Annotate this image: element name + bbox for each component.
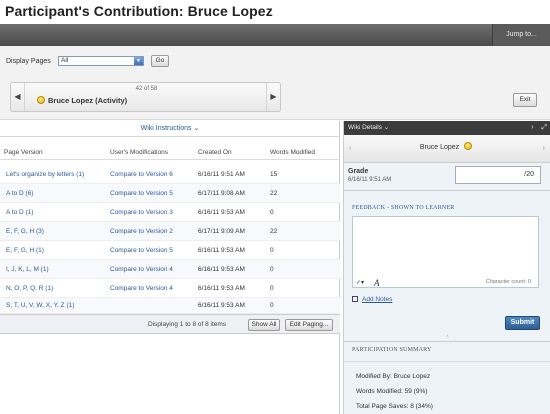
character-count: Character count: 0 bbox=[485, 279, 531, 285]
divider bbox=[344, 190, 550, 191]
display-pages-value: All bbox=[61, 57, 69, 64]
participation-summary-title: PARTICIPATION SUMMARY bbox=[352, 347, 432, 353]
table-row: I, J, K, L, M (1) Compare to Version 4 6… bbox=[0, 260, 340, 279]
page-version-link[interactable]: Let's organize by letters (1) bbox=[6, 171, 84, 178]
created-on: 6/16/11 9:53 AM bbox=[198, 302, 245, 309]
edit-paging-button[interactable]: Edit Paging... bbox=[285, 319, 333, 331]
grade-label: Grade bbox=[348, 168, 369, 175]
table-row: E, F, G, H (1) Compare to Version 5 6/16… bbox=[0, 241, 340, 260]
action-bar: Jump to... bbox=[0, 24, 550, 46]
page-version-link[interactable]: S, T, U, V, W, X, Y, Z (1) bbox=[6, 302, 74, 309]
words-modified: 0 bbox=[270, 209, 274, 216]
chevron-down-icon: ▼ bbox=[134, 57, 143, 65]
feedback-toolbar: ✓▾ A Character count: 0 bbox=[352, 278, 539, 290]
compare-version-link[interactable]: Compare to Version 3 bbox=[110, 209, 173, 216]
chevron-down-icon: ⌄ bbox=[193, 125, 200, 132]
created-on: 6/16/11 9:51 AM bbox=[198, 171, 245, 178]
chevron-down-icon[interactable]: ⌄ bbox=[384, 124, 389, 131]
wiki-details-panel: Wiki Details ⌄ › ⤢ ‹ Bruce Lopez › Grade… bbox=[343, 121, 550, 414]
details-user-switcher: ‹ Bruce Lopez › bbox=[344, 135, 550, 163]
modified-by: Modified By: Bruce Lopez bbox=[356, 373, 431, 380]
compare-version-link[interactable]: Compare to Version 5 bbox=[110, 247, 173, 254]
compare-version-link[interactable]: Compare to Version 6 bbox=[110, 171, 173, 178]
table-row: A to D (1) Compare to Version 3 6/16/11 … bbox=[0, 203, 340, 222]
exit-button[interactable]: Exit bbox=[513, 93, 537, 107]
spellcheck-icon[interactable]: ✓▾ bbox=[356, 279, 364, 286]
words-modified: 0 bbox=[270, 285, 274, 292]
created-on: 6/17/11 9:08 AM bbox=[198, 190, 245, 197]
details-user-name: Bruce Lopez bbox=[344, 142, 550, 151]
created-on: 6/17/11 9:09 AM bbox=[198, 228, 245, 235]
compare-version-link[interactable]: Compare to Version 5 bbox=[110, 190, 173, 197]
display-pages-label: Display Pages bbox=[6, 58, 51, 65]
column-words-modified: Words Modified bbox=[270, 149, 316, 156]
wiki-details-header: Wiki Details ⌄ › ⤢ bbox=[344, 121, 550, 135]
title-bar: Participant's Contribution: Bruce Lopez bbox=[0, 0, 550, 24]
jump-to-menu[interactable]: Jump to... bbox=[492, 24, 550, 46]
created-on: 6/16/11 9:53 AM bbox=[198, 285, 245, 292]
display-pages-select[interactable]: All ▼ bbox=[58, 56, 144, 66]
divider bbox=[344, 361, 550, 362]
table-row: N, O, P, Q, R (1) Compare to Version 4 6… bbox=[0, 279, 340, 298]
page-version-link[interactable]: E, F, G, H (1) bbox=[6, 247, 44, 254]
compare-version-link[interactable]: Compare to Version 2 bbox=[110, 228, 173, 235]
next-user-icon[interactable]: › bbox=[543, 145, 545, 152]
submit-button[interactable]: Submit bbox=[505, 316, 540, 330]
grade-date: 6/16/11 9:51 AM bbox=[348, 177, 392, 183]
page-version-link[interactable]: E, F, G, H (3) bbox=[6, 228, 44, 235]
words-modified: 15 bbox=[270, 171, 278, 178]
smiley-icon bbox=[464, 142, 473, 150]
page-version-link[interactable]: N, O, P, Q, R (1) bbox=[6, 285, 53, 292]
table-footer: Displaying 1 to 8 of 8 items Show All Ed… bbox=[0, 314, 340, 334]
table-row: A to D (6) Compare to Version 5 6/17/11 … bbox=[0, 184, 340, 203]
created-on: 6/16/11 9:53 AM bbox=[198, 247, 245, 254]
page-version-link[interactable]: A to D (6) bbox=[6, 190, 33, 197]
text-format-icon[interactable]: A bbox=[374, 278, 380, 288]
panel-controls: › ⤢ bbox=[531, 121, 547, 135]
page-version-link[interactable]: A to D (1) bbox=[6, 209, 33, 216]
go-button[interactable]: Go bbox=[151, 55, 169, 67]
feedback-title: FEEDBACK - SHOWN TO LEARNER bbox=[352, 205, 455, 211]
created-on: 6/16/11 9:53 AM bbox=[198, 266, 245, 273]
grade-out-of: /20 bbox=[524, 171, 534, 178]
controls-area: Display Pages All ▼ Go ◀ 42 of 58 Bruce … bbox=[0, 46, 550, 120]
participant-count: 42 of 58 bbox=[135, 86, 158, 92]
column-page-version: Page Version bbox=[4, 149, 43, 156]
compare-version-link[interactable]: Compare to Version 4 bbox=[110, 266, 173, 273]
table-header: Page Version User's Modifications Create… bbox=[0, 146, 340, 160]
page-version-link[interactable]: I, J, K, L, M (1) bbox=[6, 266, 49, 273]
created-on: 6/16/11 9:53 AM bbox=[198, 209, 245, 216]
table-row: E, F, G, H (3) Compare to Version 2 6/17… bbox=[0, 222, 340, 241]
compare-version-link[interactable]: Compare to Version 4 bbox=[110, 285, 173, 292]
note-icon bbox=[352, 296, 358, 302]
expand-panel-icon[interactable]: ⤢ bbox=[541, 124, 547, 131]
participant-name: Bruce Lopez (Activity) bbox=[37, 96, 127, 105]
words-modified-summary: Words Modified: 59 (9%) bbox=[356, 388, 428, 395]
items-count: Displaying 1 to 8 of 8 items bbox=[148, 321, 227, 328]
add-notes-link[interactable]: Add Notes bbox=[352, 296, 392, 303]
words-modified: 0 bbox=[270, 266, 274, 273]
section-divider: ⌃ bbox=[344, 336, 550, 342]
table-row: Let's organize by letters (1) Compare to… bbox=[0, 165, 340, 184]
table-row: S, T, U, V, W, X, Y, Z (1) 6/16/11 9:53 … bbox=[0, 298, 340, 314]
versions-panel: Wiki Instructions ⌄ Page Version User's … bbox=[0, 121, 340, 414]
words-modified: 22 bbox=[270, 228, 278, 235]
words-modified: 0 bbox=[270, 247, 274, 254]
total-page-saves: Total Page Saves: 8 (34%) bbox=[356, 403, 433, 410]
words-modified: 0 bbox=[270, 302, 274, 309]
column-created-on: Created On bbox=[198, 149, 232, 156]
show-all-button[interactable]: Show All bbox=[248, 319, 280, 331]
collapse-panel-icon[interactable]: › bbox=[531, 124, 533, 131]
smiley-icon bbox=[37, 96, 45, 104]
page-title: Participant's Contribution: Bruce Lopez bbox=[5, 3, 273, 19]
grade-input[interactable]: /20 bbox=[455, 166, 541, 184]
words-modified: 22 bbox=[270, 190, 278, 197]
column-user-modifications: User's Modifications bbox=[110, 149, 168, 156]
participant-navigator: ◀ 42 of 58 Bruce Lopez (Activity) ▶ bbox=[10, 82, 281, 112]
next-participant-icon[interactable]: ▶ bbox=[266, 83, 280, 111]
wiki-instructions-toggle[interactable]: Wiki Instructions ⌄ bbox=[0, 121, 340, 137]
